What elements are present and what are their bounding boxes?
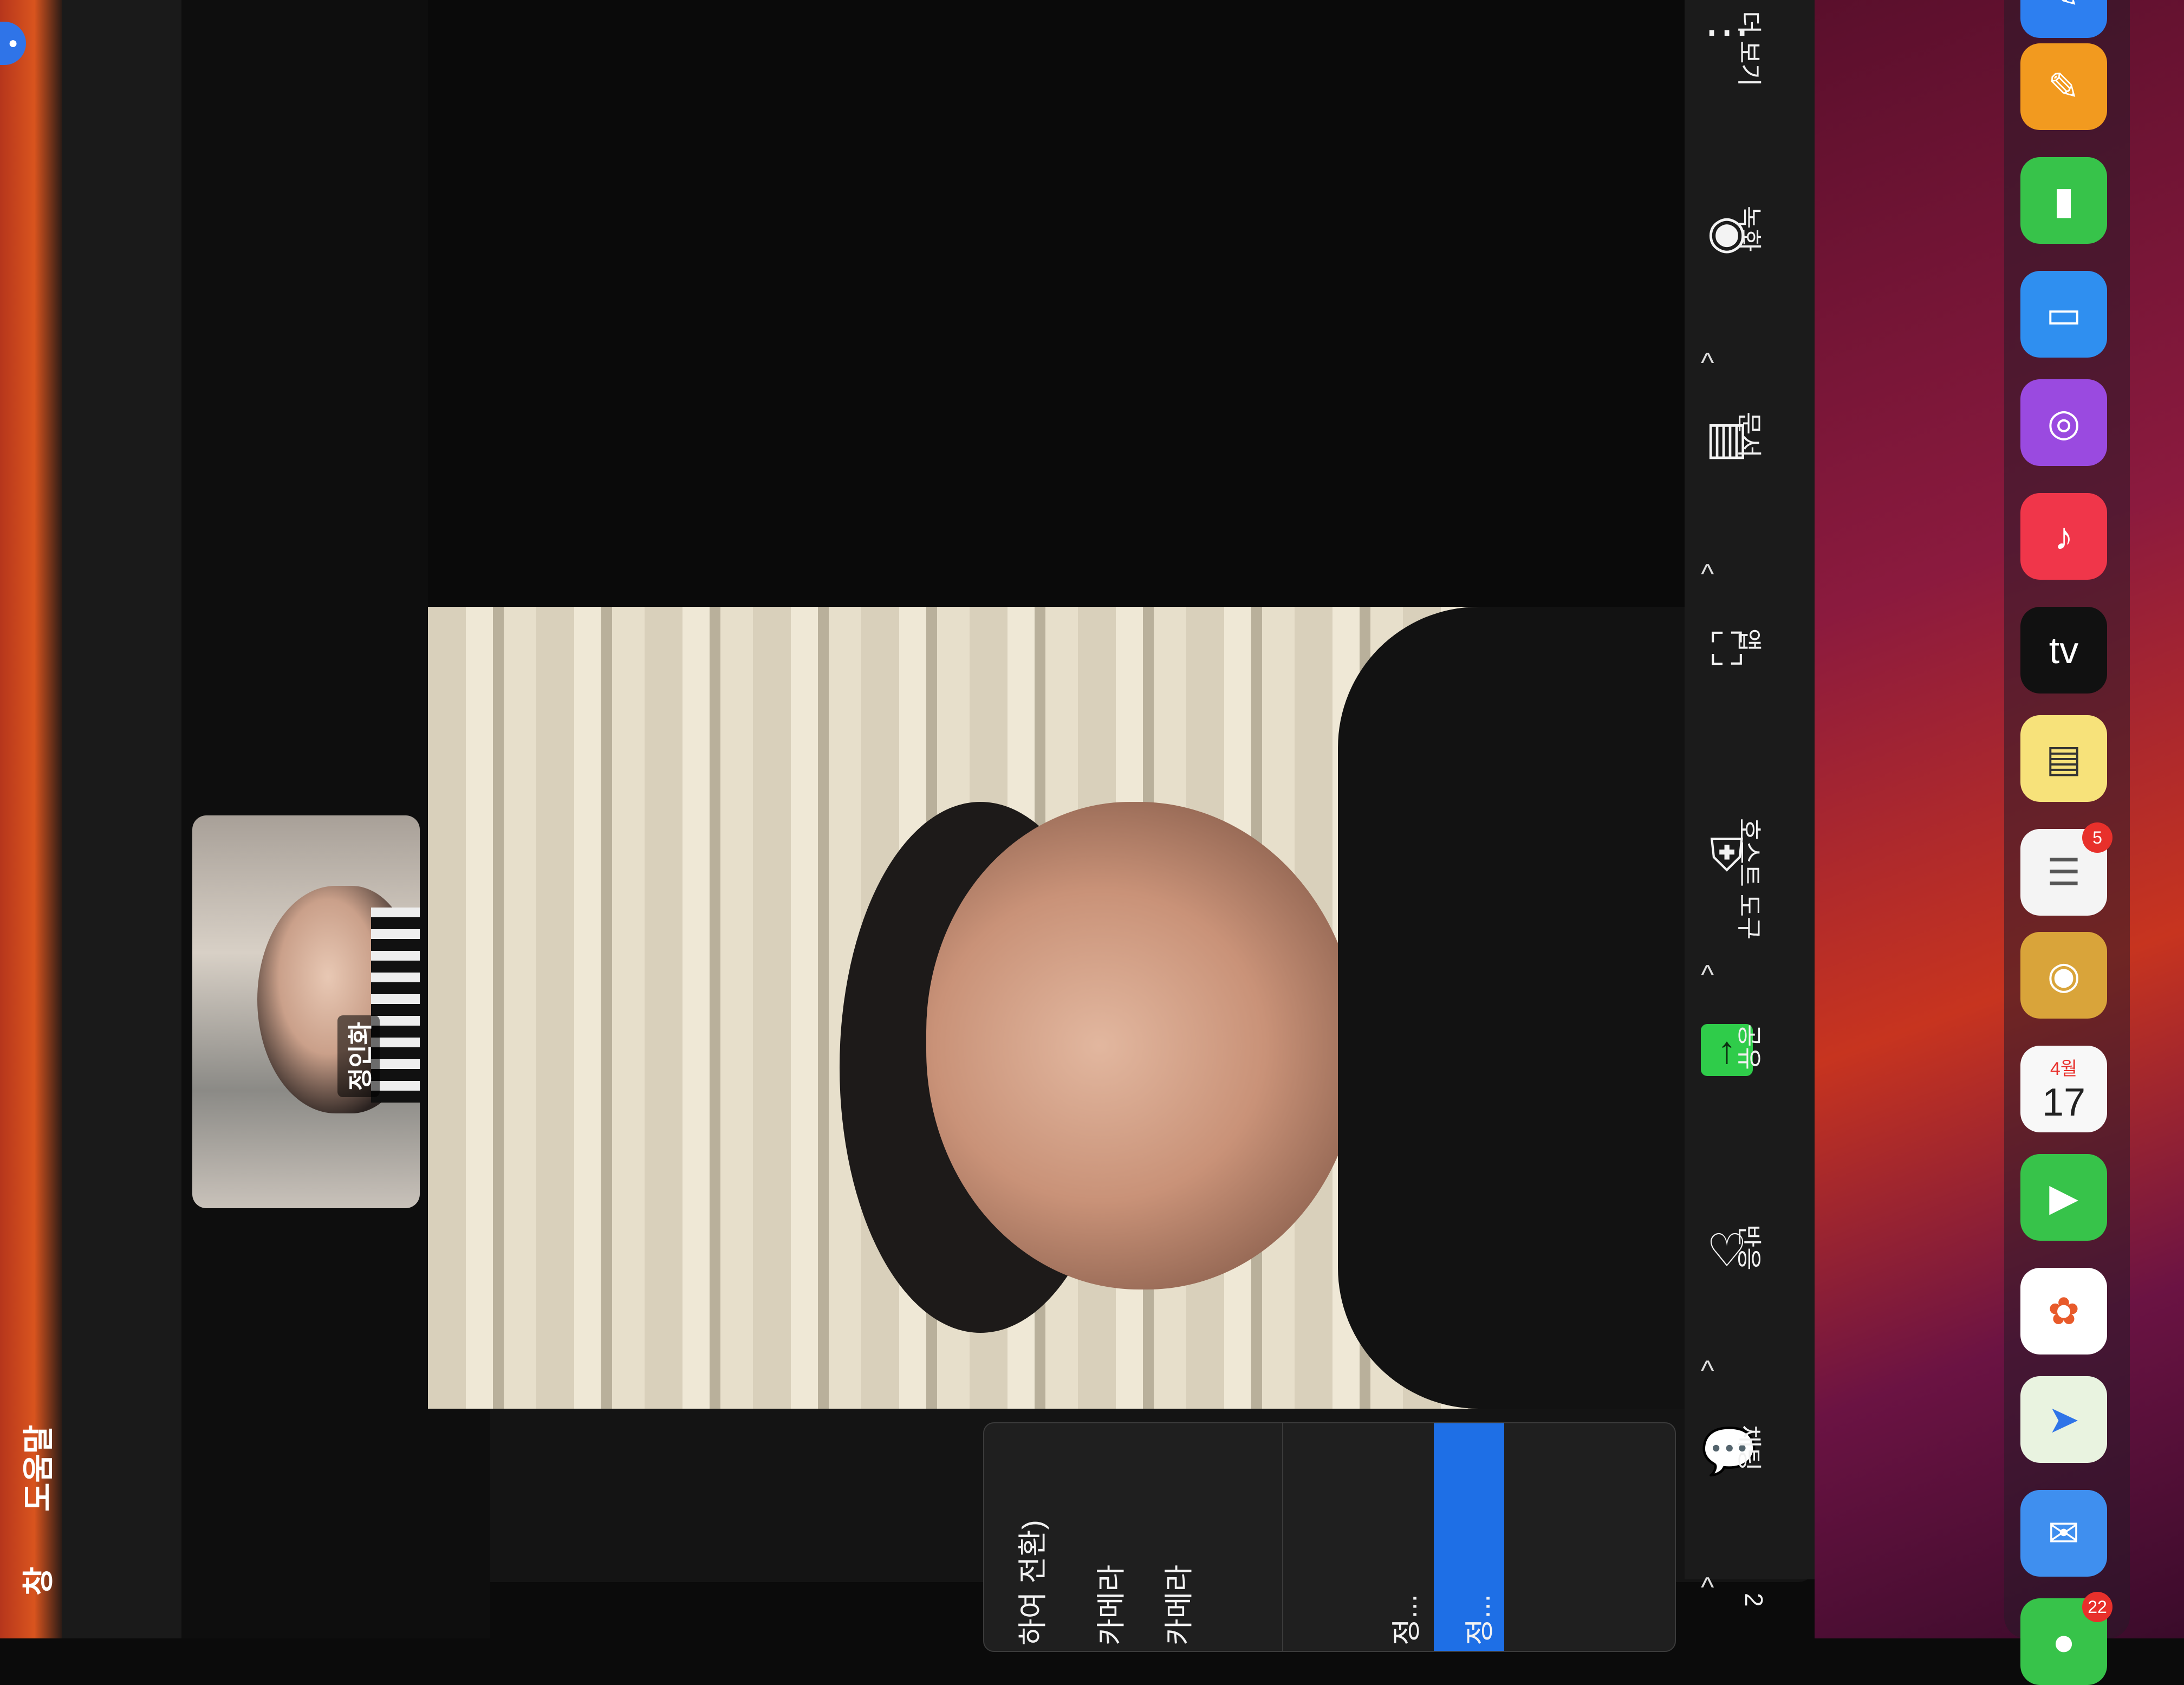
mail-icon[interactable]: ✉	[2020, 1490, 2107, 1577]
menu-help[interactable]: 도움말	[13, 1425, 58, 1512]
podcasts-icon[interactable]: ◎	[2020, 379, 2107, 466]
stage-background	[428, 0, 1685, 615]
reminders-icon[interactable]: ☰ 5	[2020, 822, 2112, 916]
toolbar-more-label: 더 보기	[1735, 11, 1763, 87]
contacts-icon[interactable]: ◉	[2020, 932, 2107, 1019]
window-edge	[62, 0, 181, 1638]
participants-count: 2	[1740, 1593, 1768, 1607]
calendar-icon[interactable]: 4월 17	[2020, 1046, 2107, 1132]
menu-item-camera-1[interactable]: 카메라	[1087, 1565, 1130, 1645]
video-options-menu: 하여 전환) 카메라 카메라 정... 정...	[983, 1422, 1676, 1652]
photos-icon[interactable]: ✿	[2020, 1268, 2107, 1355]
messages-badge: 22	[2082, 1592, 2112, 1622]
menu-window[interactable]: 창	[13, 1567, 58, 1596]
participant-thumbnail[interactable]: 정인화	[192, 815, 420, 1208]
numbers-icon[interactable]: ▮	[2020, 157, 2107, 244]
facetime-icon[interactable]: ▶	[2020, 1154, 2107, 1241]
toolbar-share-label: 공유	[1735, 1024, 1763, 1070]
dock-app-top-icon[interactable]: ✎	[2020, 0, 2107, 38]
menu-item-switch[interactable]: 하여 전환)	[1009, 1520, 1051, 1645]
reactions-chevron-icon[interactable]: ^	[1701, 1355, 1714, 1387]
toolbar-docs-label: 문서	[1735, 412, 1763, 458]
messages-icon[interactable]: ● 22	[2020, 1592, 2112, 1685]
apple-tv-icon[interactable]: tv	[2020, 607, 2107, 694]
menu-bar: ● 도움말 창	[0, 0, 62, 1638]
toolbar-record-label: 녹화	[1735, 206, 1763, 252]
music-icon[interactable]: ♪	[2020, 493, 2107, 580]
reminders-badge: 5	[2082, 822, 2112, 853]
notes-icon[interactable]: ▤	[2020, 715, 2107, 802]
maps-icon[interactable]: ➤	[2020, 1376, 2107, 1463]
toolbar-apps-label: 앱	[1735, 628, 1763, 652]
menu-item-settings[interactable]: 정...	[1382, 1594, 1425, 1645]
calendar-month: 4월	[2050, 1058, 2078, 1079]
toolbar-host-tools-label: 호스트 도구	[1735, 818, 1763, 940]
participants-chevron-icon[interactable]: ^	[1701, 1571, 1714, 1604]
menu-item-highlighted[interactable]: 정...	[1455, 1594, 1498, 1645]
keynote-icon[interactable]: ▭	[2020, 271, 2107, 358]
toolbar-chat-label: 채팅	[1735, 1425, 1763, 1471]
toolbar-reactions-label: 반응	[1735, 1224, 1763, 1271]
participant-name: 정인화	[337, 1015, 380, 1097]
apps-chevron-icon[interactable]: ^	[1701, 558, 1714, 591]
speaker-shirt	[1338, 607, 1685, 1409]
meeting-toolbar: ⋯ 더 보기 ◉ 녹화 ▥ 문서 ⛶ 앱 ⛨ 호스트 도구 ↑ 공유 ♡ 반응 …	[1685, 0, 1817, 1607]
pages-icon[interactable]: ✎	[2020, 43, 2107, 130]
apple-tv-label: tv	[2049, 629, 2079, 671]
calendar-day: 17	[2042, 1080, 2086, 1124]
main-speaker-video	[428, 607, 1685, 1409]
docs-chevron-icon[interactable]: ^	[1701, 347, 1714, 379]
menu-item-camera-2[interactable]: 카메라	[1155, 1565, 1198, 1645]
notification-badge-icon[interactable]: ●	[0, 22, 26, 65]
menu-separator	[1282, 1423, 1283, 1651]
share-chevron-icon[interactable]: ^	[1701, 959, 1714, 991]
speaker-face	[926, 802, 1360, 1289]
